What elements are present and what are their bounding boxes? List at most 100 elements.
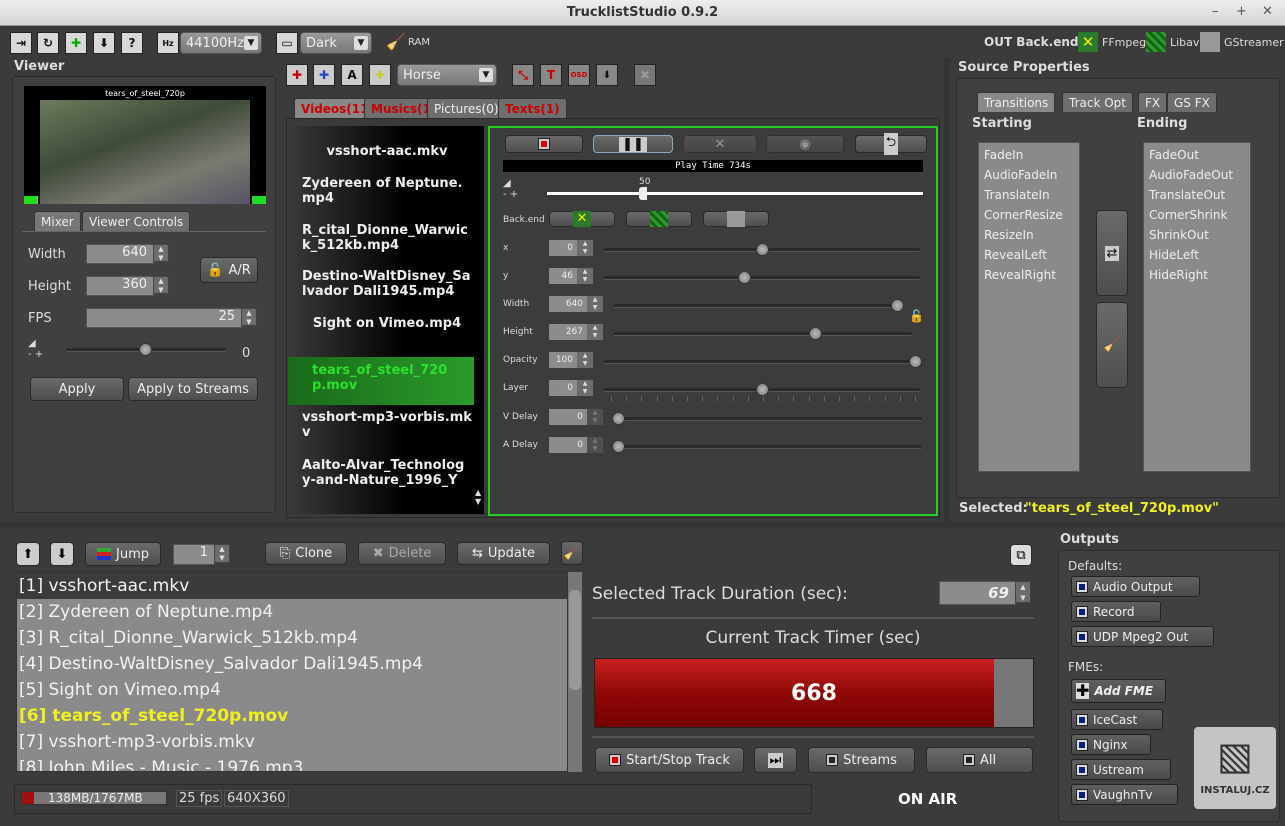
source-item[interactable]: Zydereen of Neptune.mp4 xyxy=(302,176,472,206)
resize-icon[interactable]: ⤡ xyxy=(512,64,534,86)
slider-knob[interactable] xyxy=(612,440,625,453)
backend-ffmpeg-button[interactable]: ✕ xyxy=(549,211,615,227)
playlist-item[interactable]: [1] vsshort-aac.mkv xyxy=(17,573,567,599)
splitter[interactable] xyxy=(0,522,1285,528)
backend-gstreamer[interactable]: GStreamer xyxy=(1224,36,1284,49)
field-spinbox[interactable]: 0 ▲ ▼ xyxy=(549,409,603,425)
add-music-icon[interactable]: ✚ xyxy=(313,64,335,86)
start-stop-track-button[interactable]: Start/Stop Track xyxy=(595,747,744,773)
source-item[interactable]: Sight on Vimeo.mp4 xyxy=(302,316,472,331)
source-list[interactable]: vsshort-aac.mkv Zydereen of Neptune.mp4 R_… xyxy=(288,126,484,514)
starting-transitions-list[interactable]: FadeIn AudioFadeIn TranslateIn CornerResize… xyxy=(978,142,1080,472)
aspect-ratio-button[interactable]: 🔓 A/R xyxy=(200,257,258,283)
source-item[interactable]: tears_of_steel_720p.mov xyxy=(288,357,474,405)
slider-knob[interactable] xyxy=(909,355,922,368)
slider-knob[interactable] xyxy=(737,271,751,284)
slider-knob[interactable] xyxy=(891,299,904,312)
streams-button[interactable]: Streams xyxy=(808,747,915,773)
transition-item[interactable]: FadeOut xyxy=(1144,145,1250,165)
spin-arrows-icon[interactable]: ▲ ▼ xyxy=(214,544,230,563)
ending-transitions-list[interactable]: FadeOut AudioFadeOut TranslateOut CornerShr… xyxy=(1143,142,1251,472)
swap-button[interactable]: ⇄ xyxy=(1096,210,1128,296)
ffmpeg-icon[interactable]: ✕ xyxy=(1078,32,1098,52)
lock-icon[interactable]: 🔓 xyxy=(909,309,924,325)
playlist-item[interactable]: [6] tears_of_steel_720p.mov xyxy=(17,703,567,729)
open-icon[interactable]: ↻ xyxy=(37,32,59,54)
spin-arrows-icon[interactable]: ▲ ▼ xyxy=(587,324,603,340)
playlist-item[interactable]: [7] vsshort-mp3-vorbis.mkv xyxy=(17,729,567,755)
field-slider[interactable] xyxy=(603,271,921,284)
fme-button[interactable]: IceCast xyxy=(1071,709,1163,730)
transition-item[interactable]: TranslateOut xyxy=(1144,185,1250,205)
source-item[interactable]: vsshort-mp3-vorbis.mkv xyxy=(302,410,472,440)
field-slider[interactable] xyxy=(612,412,922,425)
field-slider[interactable] xyxy=(603,355,922,368)
libav-icon[interactable] xyxy=(1146,32,1166,52)
transition-item[interactable]: RevealRight xyxy=(979,265,1079,285)
help-icon[interactable]: ? xyxy=(121,32,143,54)
duration-spinbox[interactable]: 69 ▲ ▼ xyxy=(939,581,1031,605)
field-spinbox[interactable]: 0 ▲ ▼ xyxy=(549,437,603,453)
text-icon[interactable]: T xyxy=(540,64,562,86)
apply-to-streams-button[interactable]: Apply to Streams xyxy=(128,377,258,401)
theme-select[interactable]: Dark ▼ xyxy=(300,32,372,54)
spin-arrows-icon[interactable]: ▲ ▼ xyxy=(153,276,169,294)
mute-button[interactable]: ✕ xyxy=(683,135,757,153)
pause-button[interactable]: ❚❚ xyxy=(593,135,673,153)
playlist-scrollbar[interactable] xyxy=(568,572,582,772)
gstreamer-icon[interactable] xyxy=(1200,32,1220,52)
sample-rate-select[interactable]: 44100Hz ▼ xyxy=(180,32,262,54)
spin-arrows-icon[interactable]: ▲ ▼ xyxy=(587,437,603,453)
spin-arrows-icon[interactable]: ▲ ▼ xyxy=(587,409,603,425)
slider-knob[interactable] xyxy=(808,327,822,340)
add-text-icon[interactable]: A xyxy=(341,64,363,86)
transition-item[interactable]: ShrinkOut xyxy=(1144,225,1250,245)
transition-item[interactable]: RevealLeft xyxy=(979,245,1079,265)
tab-gs-fx[interactable]: GS FX xyxy=(1167,92,1217,112)
tab-track-opt[interactable]: Track Opt xyxy=(1062,92,1133,112)
spin-arrows-icon[interactable]: ▲ ▼ xyxy=(577,268,593,284)
broom-icon[interactable]: 🧹 xyxy=(386,32,406,51)
playlist[interactable]: [1] vsshort-aac.mkv [2] Zydereen of Neptu… xyxy=(16,572,568,772)
scroll-arrows-icon[interactable]: ▲ ▼ xyxy=(475,488,481,506)
slider-knob[interactable] xyxy=(756,383,769,396)
slider-knob[interactable] xyxy=(612,412,625,425)
apply-button[interactable]: Apply xyxy=(30,377,124,401)
default-output-button[interactable]: Audio Output xyxy=(1071,576,1200,597)
tab-pictures[interactable]: Pictures(0) xyxy=(427,98,506,118)
tab-fx[interactable]: FX xyxy=(1138,92,1168,112)
clear-playlist-button[interactable]: 🧹 xyxy=(561,541,583,565)
source-item[interactable]: R_cital_Dionne_Warwick_512kb.mp4 xyxy=(302,223,472,253)
field-slider[interactable] xyxy=(603,383,921,396)
detach-button[interactable]: ⧉ xyxy=(1010,544,1032,566)
scrollbar-thumb[interactable] xyxy=(569,590,581,690)
splitter[interactable] xyxy=(944,58,950,522)
jump-button[interactable]: Jump xyxy=(85,542,161,566)
add-fme-button[interactable]: ✚ Add FME xyxy=(1071,679,1166,703)
remove-icon[interactable]: ✖ xyxy=(634,64,656,86)
transition-item[interactable]: ResizeIn xyxy=(979,225,1079,245)
field-spinbox[interactable]: 0 ▲ ▼ xyxy=(549,240,593,256)
backend-libav-button[interactable] xyxy=(626,211,692,227)
field-slider[interactable] xyxy=(612,440,922,453)
spin-arrows-icon[interactable]: ▲ ▼ xyxy=(153,244,169,262)
default-output-button[interactable]: Record xyxy=(1071,601,1161,622)
field-spinbox[interactable]: 640 ▲ ▼ xyxy=(549,296,603,312)
transition-item[interactable]: HideRight xyxy=(1144,265,1250,285)
default-output-button[interactable]: UDP Mpeg2 Out xyxy=(1071,626,1214,647)
source-item[interactable]: vsshort-aac.mkv xyxy=(302,144,472,159)
playlist-item[interactable]: [8] John Miles - Music - 1976.mp3 xyxy=(17,755,567,771)
field-spinbox[interactable]: 46 ▲ ▼ xyxy=(549,268,593,284)
close-button[interactable]: ✕ xyxy=(1262,4,1273,19)
width-spinbox[interactable]: 640 ▲ ▼ xyxy=(86,244,169,264)
slider-handle[interactable] xyxy=(639,187,647,200)
fme-button[interactable]: Ustream xyxy=(1071,759,1171,780)
next-track-button[interactable]: ⏭ xyxy=(754,747,797,773)
backend-gstreamer-button[interactable] xyxy=(703,211,769,227)
transition-item[interactable]: AudioFadeIn xyxy=(979,165,1079,185)
transition-item[interactable]: CornerResize xyxy=(979,205,1079,225)
field-spinbox[interactable]: 0 ▲ ▼ xyxy=(549,380,593,396)
clone-button[interactable]: ⎘ Clone xyxy=(265,542,347,565)
preview-button[interactable]: ◉ xyxy=(766,135,844,153)
move-up-button[interactable]: ⬆ xyxy=(16,542,40,566)
